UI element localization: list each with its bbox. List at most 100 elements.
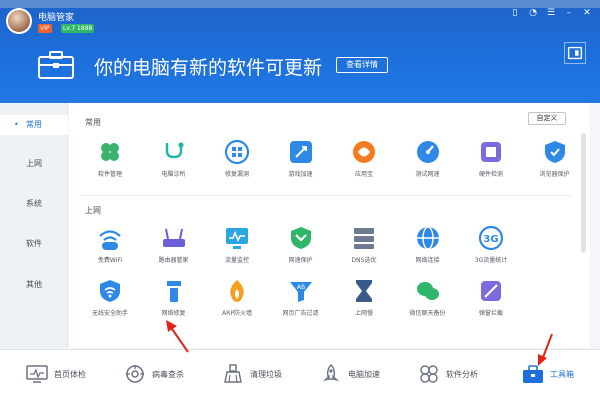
tool-label: 无线安全助手	[91, 310, 128, 317]
app-name: 电脑管家	[38, 13, 75, 23]
speed-test-icon	[416, 141, 439, 163]
toolbox-icon	[523, 365, 543, 383]
software-manager-icon	[101, 143, 119, 161]
tool-wechat-backup[interactable]: 微信聊天备份	[397, 278, 459, 324]
tool-popup-block[interactable]: 弹窗拦截	[460, 278, 522, 324]
tool-label: 弹窗拦截	[478, 310, 503, 317]
sidebar-item-software[interactable]: 软件	[0, 234, 68, 254]
section-title-common: 常用	[85, 118, 101, 127]
pc-manager-window: 电脑管家 VIP Lv.7 1888 ▯ ◔ ☰ – ✕ 你的电脑有新的软件可更…	[0, 0, 600, 400]
tool-label: 软件管理	[97, 171, 122, 178]
tool-3g-traffic[interactable]: 3G 3G流量统计	[460, 225, 522, 271]
tool-label: 流量监控	[224, 257, 249, 264]
tool-speed-protect[interactable]: 网速保护	[270, 225, 332, 271]
software-analysis-icon	[420, 365, 438, 383]
customize-button[interactable]: 自定义	[528, 112, 566, 125]
section-title-internet: 上网	[85, 206, 101, 215]
tool-game-boost[interactable]: 游戏加速	[270, 139, 332, 185]
tool-browser-protect[interactable]: 浏览器保护	[524, 139, 586, 185]
wechat-backup-icon	[416, 282, 439, 300]
tool-label: ARP防火墙	[222, 310, 252, 317]
close-icon[interactable]: ✕	[582, 8, 592, 19]
tool-label: 网页广告过滤	[282, 310, 319, 317]
speed-protect-icon	[290, 227, 311, 249]
skin-icon[interactable]: ◔	[528, 8, 538, 19]
ad-filter-icon: AB	[289, 282, 312, 302]
tool-app-store[interactable]: 应用宝	[333, 139, 395, 185]
tool-speed-test[interactable]: 测试网速	[397, 139, 459, 185]
pc-clinic-icon	[165, 142, 184, 159]
tool-label: 路由器管家	[158, 257, 189, 264]
header-banner: 电脑管家 VIP Lv.7 1888 ▯ ◔ ☰ – ✕ 你的电脑有新的软件可更…	[0, 0, 600, 103]
rocket-icon	[323, 364, 339, 382]
popup-block-icon	[481, 281, 501, 301]
tool-arp-firewall[interactable]: ARP防火墙	[206, 278, 268, 324]
tool-hardware-check[interactable]: 硬件检测	[460, 139, 522, 185]
tab-label: 病毒查杀	[152, 370, 184, 379]
category-sidebar: 常用 上网 系统 软件 其他	[0, 103, 68, 348]
broom-icon	[224, 364, 242, 383]
tool-router[interactable]: 路由器管家	[143, 225, 205, 271]
level-badge: Lv.7 1888	[61, 24, 95, 33]
network-repair-icon	[166, 281, 181, 302]
view-details-button[interactable]: 查看详情	[336, 57, 388, 73]
arp-firewall-icon	[230, 280, 244, 302]
tool-label: 测试网速	[415, 171, 440, 178]
tool-label: DNS选优	[351, 257, 377, 264]
tool-label: 网络修复	[161, 310, 186, 317]
tool-network-repair[interactable]: 网络修复	[143, 278, 205, 324]
bottom-nav: 首页体检 病毒查杀 清理垃圾 电脑加速 软件分析 工具箱	[0, 349, 600, 400]
svg-text:AB: AB	[296, 284, 304, 291]
expand-icon[interactable]	[564, 42, 586, 64]
game-boost-icon	[289, 141, 312, 163]
tool-label: 网络连接	[415, 257, 440, 264]
sidebar-item-common[interactable]: 常用	[0, 115, 68, 135]
tool-label: 上网慢	[354, 310, 373, 317]
dns-icon	[354, 228, 374, 249]
tab-label: 首页体检	[54, 370, 86, 379]
tab-label: 电脑加速	[348, 370, 380, 379]
virus-scan-icon	[126, 365, 144, 383]
background-strip	[0, 0, 600, 8]
tool-pc-clinic[interactable]: 电脑诊所	[143, 139, 205, 185]
tools-content: 常用 自定义 软件管理 电脑诊所 修复漏洞 游戏加速 应用宝 测试网速 硬件检测 浏览器保护 …	[69, 103, 590, 348]
monitor-icon	[26, 365, 48, 383]
network-icon	[416, 226, 439, 250]
minimize-icon[interactable]: –	[564, 8, 574, 19]
scrollbar[interactable]	[581, 133, 586, 253]
sidebar-item-other[interactable]: 其他	[0, 275, 68, 295]
tool-wifi-security[interactable]: 无线安全助手	[79, 278, 141, 324]
svg-text:3G: 3G	[483, 234, 498, 245]
tool-network[interactable]: 网络连接	[397, 225, 459, 271]
menu-icon[interactable]: ☰	[546, 8, 556, 19]
tool-label: 游戏加速	[288, 171, 313, 178]
avatar[interactable]	[6, 8, 32, 34]
tool-label: 网速保护	[288, 257, 313, 264]
tool-label: 免费WiFi	[97, 257, 123, 264]
tool-ad-filter[interactable]: AB 网页广告过滤	[270, 278, 332, 324]
hardware-check-icon	[481, 142, 501, 162]
vip-badge: VIP	[38, 24, 52, 33]
tab-label: 清理垃圾	[250, 370, 282, 379]
tool-label: 3G流量统计	[474, 257, 508, 264]
tool-free-wifi[interactable]: 免费WiFi	[79, 225, 141, 271]
tool-label: 浏览器保护	[539, 171, 570, 178]
sidebar-item-system[interactable]: 系统	[0, 194, 68, 214]
vulnerability-fix-icon	[224, 139, 250, 165]
tool-slow-internet[interactable]: 上网慢	[333, 278, 395, 324]
window-controls: ▯ ◔ ☰ – ✕	[510, 8, 592, 19]
tool-dns[interactable]: DNS选优	[333, 225, 395, 271]
toolbox-banner-icon	[38, 51, 74, 79]
phone-icon[interactable]: ▯	[510, 8, 520, 19]
tool-label: 电脑诊所	[161, 171, 186, 178]
tool-vulnerability-fix[interactable]: 修复漏洞	[206, 139, 268, 185]
app-store-icon	[353, 141, 375, 163]
traffic-monitor-icon	[226, 228, 248, 249]
tab-label: 工具箱	[550, 370, 574, 379]
tool-traffic-monitor[interactable]: 流量监控	[206, 225, 268, 271]
slow-internet-icon	[356, 280, 372, 302]
tool-software-manager[interactable]: 软件管理	[79, 139, 141, 185]
sidebar-item-internet[interactable]: 上网	[0, 154, 68, 174]
browser-protect-icon	[544, 141, 565, 163]
router-icon	[162, 228, 185, 247]
